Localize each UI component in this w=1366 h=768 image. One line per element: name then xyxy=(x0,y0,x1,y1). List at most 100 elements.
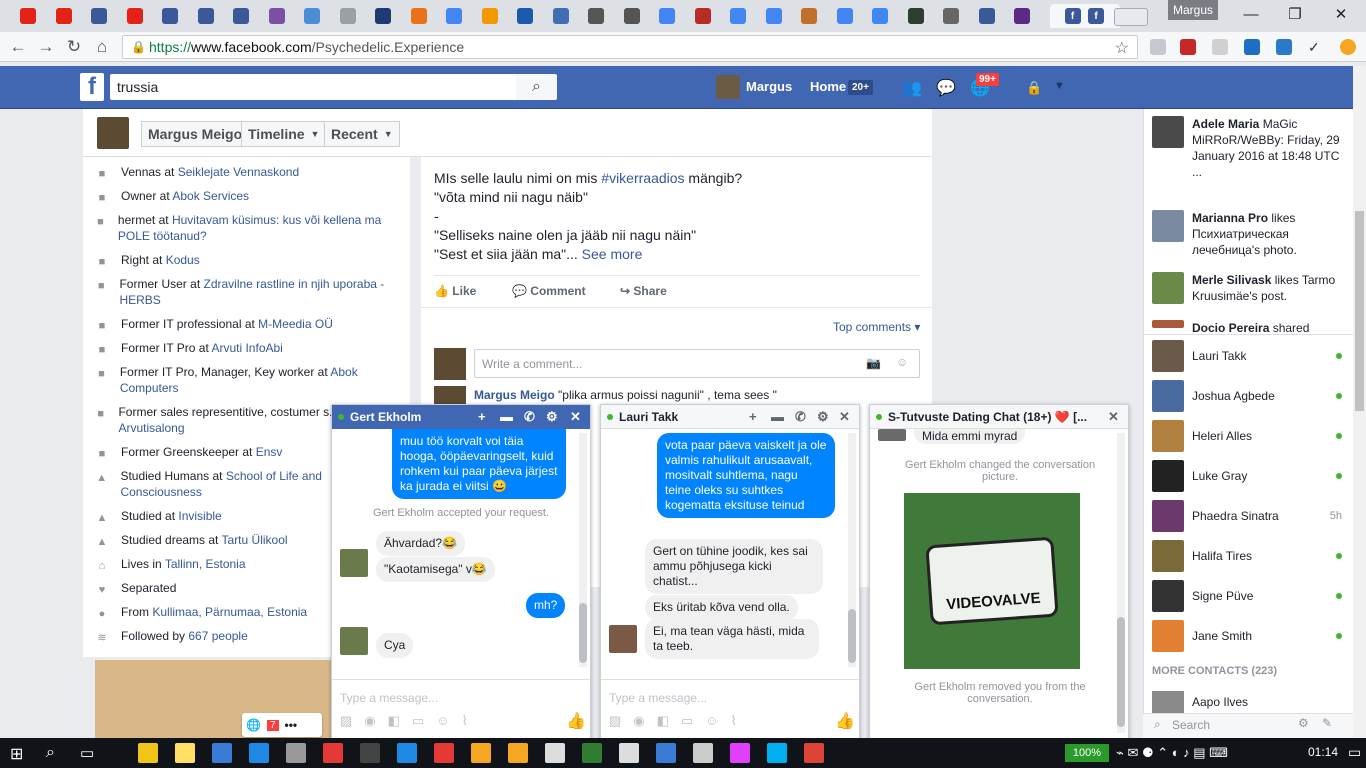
clock[interactable]: 01:14 xyxy=(1308,745,1338,759)
chat-tabs-overflow[interactable]: 🌐 7 ••• xyxy=(242,713,322,737)
contact-row[interactable]: Luke Gray xyxy=(1152,460,1342,492)
browser-tab[interactable] xyxy=(12,4,44,28)
browser-tab[interactable] xyxy=(261,4,293,28)
image-icon[interactable]: ▨ xyxy=(340,713,352,731)
app-icon[interactable] xyxy=(656,743,676,763)
vlc-icon[interactable] xyxy=(508,743,528,763)
browser-tab[interactable] xyxy=(509,4,541,28)
scrollbar[interactable] xyxy=(848,433,856,667)
sticker-icon[interactable]: ◧ xyxy=(388,713,400,731)
gif-icon[interactable]: ▭ xyxy=(681,713,693,731)
message-input[interactable]: Type a message... xyxy=(609,691,707,705)
search-input[interactable]: trussia xyxy=(110,74,518,100)
user-name-link[interactable]: Margus xyxy=(746,79,792,94)
attach-icon[interactable]: ⌇ xyxy=(731,713,737,731)
friends-icon[interactable]: 👥 xyxy=(902,78,922,98)
browser-tab[interactable] xyxy=(83,4,115,28)
browser-tab[interactable] xyxy=(971,4,1003,28)
browser-tab[interactable] xyxy=(758,4,790,28)
image-icon[interactable]: ▨ xyxy=(609,713,621,731)
emoji-icon[interactable]: ☺ xyxy=(896,355,908,369)
chat-title[interactable]: S-Tutvuste Dating Chat (18+) ❤️ [... xyxy=(888,410,1087,424)
chat-header[interactable]: S-Tutvuste Dating Chat (18+) ❤️ [... ✕ xyxy=(870,405,1128,429)
profile-name-button[interactable]: Margus Meigo xyxy=(141,121,250,147)
close-icon[interactable]: ✕ xyxy=(839,409,850,425)
app-icon[interactable] xyxy=(471,743,491,763)
browser-tab[interactable] xyxy=(332,4,364,28)
chat-header[interactable]: Lauri Takk + ▬ ✆ ⚙ ✕ xyxy=(601,405,859,429)
browser-tab[interactable] xyxy=(190,4,222,28)
timeline-dropdown[interactable]: Timeline ▼ xyxy=(241,121,327,147)
page-scrollbar[interactable] xyxy=(1353,66,1366,738)
contact-row[interactable]: Phaedra Sinatra 5h xyxy=(1152,500,1342,532)
conversation-picture[interactable]: VIDEOVALVE xyxy=(904,493,1080,669)
browser-tab[interactable] xyxy=(1006,4,1038,28)
thumbs-up-icon[interactable]: 👍 xyxy=(566,711,586,731)
forward-button[interactable]: → xyxy=(34,36,58,58)
ticker-item[interactable]: Adele Maria MaGic MiRRoR/WeBBy: Friday, … xyxy=(1192,116,1342,180)
chrome-icon[interactable] xyxy=(804,743,824,763)
compose-icon[interactable]: ✎ xyxy=(1322,716,1332,730)
tab-facebook-last[interactable]: f xyxy=(1082,4,1110,28)
phone-icon[interactable]: ✆ xyxy=(795,409,806,425)
firefox-icon[interactable] xyxy=(212,743,232,763)
browser-tab[interactable] xyxy=(474,4,506,28)
intro-link[interactable]: M-Meedia OÜ xyxy=(258,317,333,331)
intro-link[interactable]: Abok Services xyxy=(172,189,249,203)
attach-icon[interactable]: ⌇ xyxy=(462,713,468,731)
camera-icon[interactable]: ◉ xyxy=(633,713,644,731)
file-explorer-icon[interactable] xyxy=(138,743,158,763)
ticker-item[interactable]: Marianna Pro likes Психиатрическая лечеб… xyxy=(1192,210,1342,258)
contact-row[interactable]: Aapo Ilves xyxy=(1152,691,1342,713)
sidebar-search-input[interactable]: Search xyxy=(1172,718,1210,732)
scrollbar[interactable] xyxy=(1117,433,1125,733)
browser-tab[interactable] xyxy=(722,4,754,28)
like-button[interactable]: 👍 Like xyxy=(434,284,476,298)
edge-icon[interactable] xyxy=(249,743,269,763)
profile-avatar[interactable] xyxy=(97,117,129,149)
profile-name[interactable]: Margus xyxy=(1168,0,1218,20)
intro-link[interactable]: Seiklejate Vennaskond xyxy=(178,165,299,179)
browser-tab[interactable] xyxy=(580,4,612,28)
store-icon[interactable] xyxy=(360,743,380,763)
scroll-thumb[interactable] xyxy=(579,603,587,663)
notifications-icon[interactable]: ▭ xyxy=(1348,744,1361,761)
account-menu-chevron-icon[interactable]: ▼ xyxy=(1054,80,1065,92)
hashtag-link[interactable]: #vikerraadios xyxy=(601,170,684,186)
battery-indicator[interactable]: 100% xyxy=(1065,744,1109,762)
close-icon[interactable]: ✕ xyxy=(570,409,581,425)
gear-icon[interactable]: ⚙ xyxy=(1298,716,1309,730)
search-icon[interactable]: ⌕ xyxy=(516,74,557,100)
task-view-icon[interactable]: ▭ xyxy=(80,744,94,762)
app-icon[interactable] xyxy=(730,743,750,763)
url-input[interactable]: 🔒 https://www.facebook.com/Psychedelic.E… xyxy=(122,35,1138,59)
see-more-link[interactable]: See more xyxy=(582,246,643,262)
browser-tab[interactable] xyxy=(687,4,719,28)
tray-icons[interactable]: ⌁ ✉ ⚈ ⌃ ◐ ♪ ▤ ⌨ xyxy=(1116,745,1228,761)
home-button[interactable]: ⌂ xyxy=(90,36,114,58)
contact-row[interactable]: Jane Smith xyxy=(1152,620,1342,652)
extension-icon[interactable] xyxy=(1212,39,1228,55)
comment-author-link[interactable]: Margus Meigo xyxy=(474,388,555,402)
scroll-thumb[interactable] xyxy=(1355,211,1364,411)
contact-row[interactable]: Lauri Takk xyxy=(1152,340,1342,372)
gif-icon[interactable]: ▭ xyxy=(412,713,424,731)
phone-icon[interactable]: ✆ xyxy=(524,409,535,425)
photos-icon[interactable] xyxy=(286,743,306,763)
contact-row[interactable]: Signe Püve xyxy=(1152,580,1342,612)
calculator-icon[interactable] xyxy=(619,743,639,763)
avatar[interactable] xyxy=(716,75,740,99)
add-icon[interactable]: + xyxy=(749,409,757,424)
intro-link[interactable]: Ensv xyxy=(256,445,283,459)
share-button[interactable]: ↪ Share xyxy=(620,284,667,298)
top-comments-dropdown[interactable]: Top comments ▾ xyxy=(833,320,920,334)
browser-tab[interactable] xyxy=(154,4,186,28)
intro-link[interactable]: Kodus xyxy=(166,253,200,267)
add-icon[interactable]: + xyxy=(478,409,486,424)
app-icon[interactable] xyxy=(323,743,343,763)
extension-icon[interactable] xyxy=(1150,39,1166,55)
sticker-icon[interactable]: ◧ xyxy=(657,713,669,731)
app-icon[interactable] xyxy=(693,743,713,763)
intro-link[interactable]: Tartu Ülikool xyxy=(222,533,288,547)
browser-tab[interactable] xyxy=(119,4,151,28)
